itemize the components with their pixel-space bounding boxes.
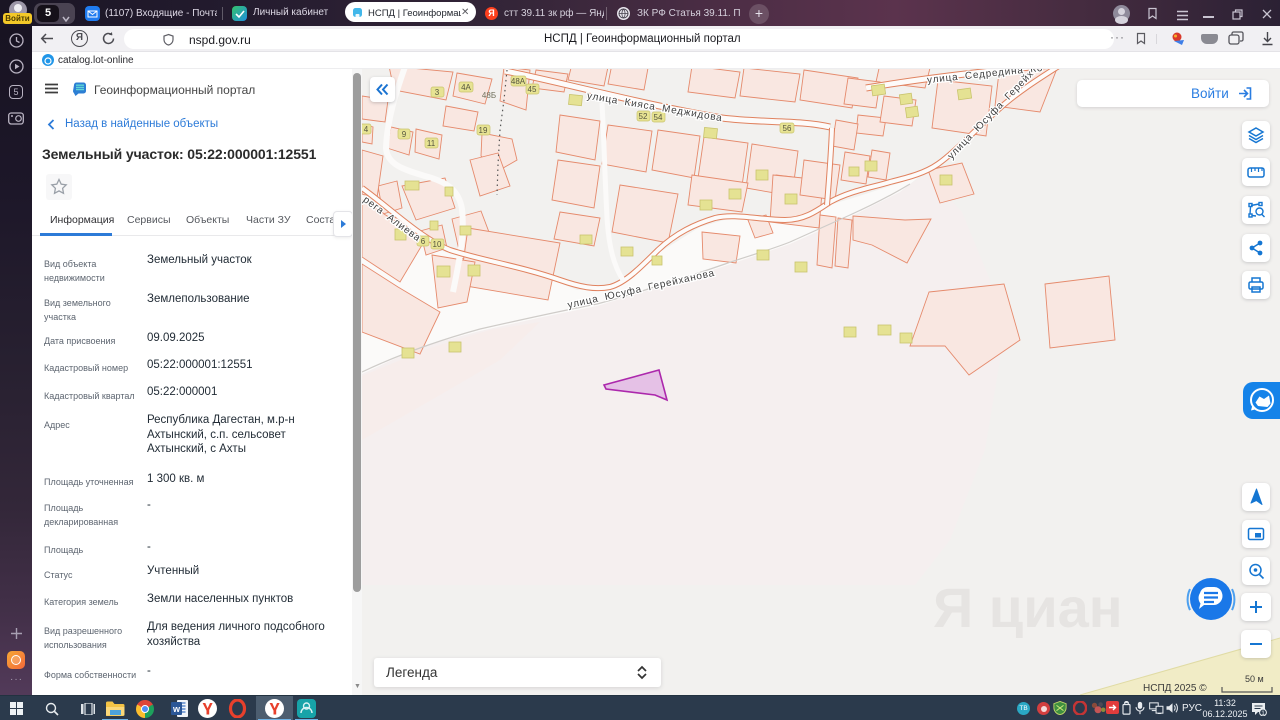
svg-text:56: 56 — [783, 124, 792, 133]
svg-text:52: 52 — [639, 112, 648, 121]
svg-text:4: 4 — [364, 125, 369, 134]
svg-text:Я циан: Я циан — [933, 576, 1123, 639]
svg-text:6: 6 — [421, 237, 426, 246]
svg-text:4А: 4А — [461, 83, 471, 92]
svg-text:1: 1 — [1261, 710, 1265, 716]
svg-text:w: w — [172, 704, 181, 714]
svg-text:50 м: 50 м — [1245, 674, 1264, 684]
svg-text:9: 9 — [402, 130, 407, 139]
svg-text:10: 10 — [433, 240, 442, 249]
svg-text:45: 45 — [528, 85, 537, 94]
svg-text:11: 11 — [427, 139, 436, 148]
svg-text:19: 19 — [479, 126, 488, 135]
svg-text:48Б: 48Б — [482, 91, 496, 100]
svg-text:48А: 48А — [511, 77, 526, 86]
svg-text:НСПД 2025 ©: НСПД 2025 © — [1143, 683, 1207, 694]
svg-text:54: 54 — [654, 113, 663, 122]
svg-text:3: 3 — [435, 88, 440, 97]
